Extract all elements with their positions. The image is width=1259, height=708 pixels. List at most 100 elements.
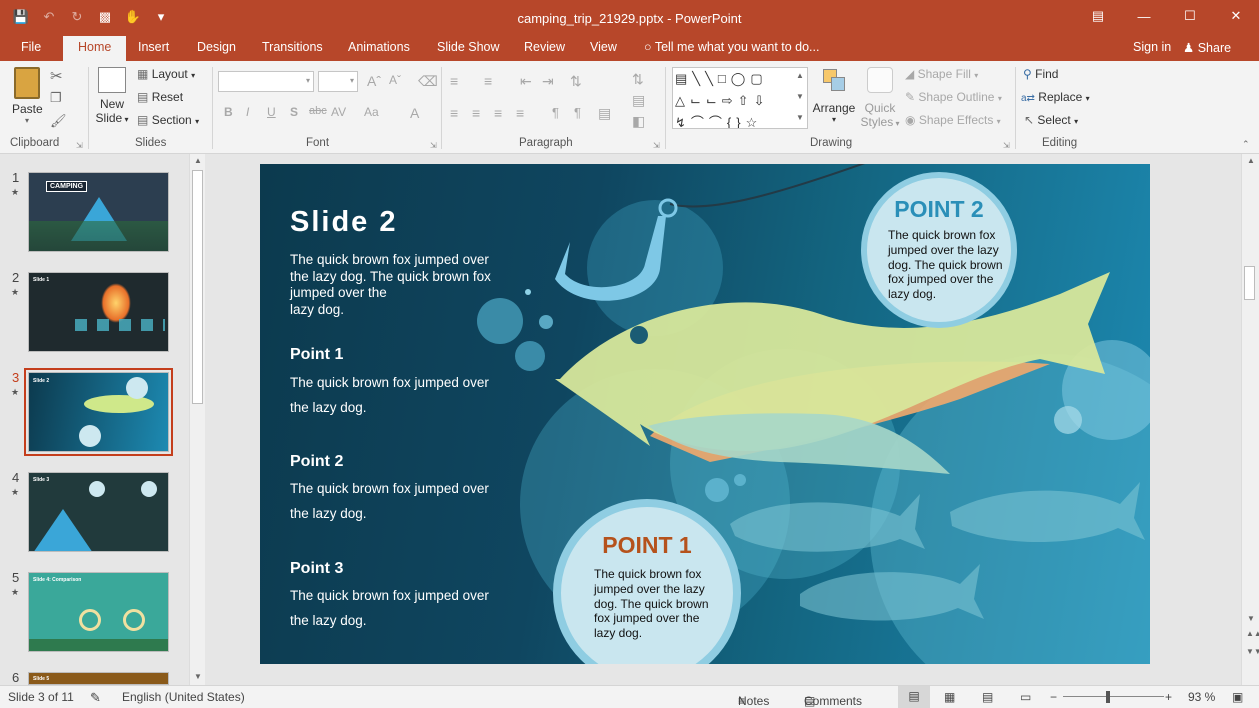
shrink-font-icon[interactable]: Aˇ bbox=[389, 73, 401, 87]
shape-fill-button[interactable]: ◢ Shape Fill ▾ bbox=[905, 67, 978, 81]
shape-outline-button[interactable]: ✎ Shape Outline ▾ bbox=[905, 90, 1002, 104]
gallery-up-icon[interactable]: ▲ bbox=[796, 71, 804, 80]
scroll-up-icon[interactable]: ▲ bbox=[1247, 156, 1255, 165]
bold-button[interactable]: B bbox=[224, 105, 233, 119]
drawing-launcher-icon[interactable]: ⇲ bbox=[1003, 141, 1010, 150]
previous-slide-icon[interactable]: ▲▲ bbox=[1246, 629, 1259, 638]
slide-sorter-icon[interactable]: ▦ bbox=[944, 690, 955, 704]
clipboard-launcher-icon[interactable]: ⇲ bbox=[76, 141, 83, 150]
align-left-icon[interactable]: ≡ bbox=[450, 105, 458, 121]
fit-slide-icon[interactable]: ▣ bbox=[1232, 690, 1243, 704]
slide-thumbnail-3[interactable]: Slide 2 bbox=[24, 368, 173, 456]
point-3-body[interactable]: The quick brown fox jumped over the lazy… bbox=[290, 584, 500, 633]
format-painter-icon[interactable]: 🖌 bbox=[50, 113, 67, 129]
minimize-icon[interactable]: — bbox=[1121, 0, 1167, 32]
underline-button[interactable]: U bbox=[267, 105, 276, 119]
scroll-thumb[interactable] bbox=[1244, 266, 1255, 300]
cut-icon[interactable]: ✂ bbox=[50, 67, 63, 85]
sign-in-link[interactable]: Sign in bbox=[1133, 40, 1171, 54]
point-1-body[interactable]: The quick brown fox jumped over the lazy… bbox=[290, 371, 500, 420]
zoom-slider-thumb[interactable] bbox=[1106, 691, 1110, 703]
point-2-heading[interactable]: Point 2 bbox=[290, 453, 343, 471]
next-slide-icon[interactable]: ▼▼ bbox=[1246, 647, 1259, 656]
columns-icon[interactable]: ▤ bbox=[598, 105, 611, 122]
scroll-thumb[interactable] bbox=[192, 170, 203, 404]
zoom-in-icon[interactable]: + bbox=[1165, 690, 1172, 704]
select-button[interactable]: ↖ Select ▾ bbox=[1024, 113, 1078, 127]
tab-file[interactable]: File bbox=[21, 40, 41, 54]
slide-thumbnail-5[interactable]: Slide 4: Comparison bbox=[28, 572, 169, 652]
paste-button[interactable]: Paste ▾ bbox=[12, 67, 43, 125]
reset-button[interactable]: ▤ Reset bbox=[137, 90, 183, 104]
quick-styles-button[interactable]: Quick Styles ▾ bbox=[860, 67, 900, 129]
zoom-slider-track[interactable] bbox=[1063, 696, 1164, 697]
justify-icon[interactable]: ≡ bbox=[516, 105, 524, 121]
point-1-heading[interactable]: Point 1 bbox=[290, 346, 343, 364]
font-color-button[interactable]: A bbox=[410, 105, 419, 121]
tab-review[interactable]: Review bbox=[524, 40, 565, 54]
font-size-box[interactable]: ▾ bbox=[318, 71, 358, 92]
scroll-down-icon[interactable]: ▼ bbox=[194, 672, 202, 681]
tab-home[interactable]: Home bbox=[63, 36, 127, 61]
align-text-icon[interactable]: ▤ bbox=[632, 92, 645, 109]
tab-view[interactable]: View bbox=[590, 40, 617, 54]
layout-button[interactable]: ▦ Layout ▾ bbox=[137, 67, 195, 81]
numbering-icon[interactable]: ≡ bbox=[484, 73, 492, 89]
font-name-box[interactable]: ▾ bbox=[218, 71, 314, 92]
ltr-icon[interactable]: ¶ bbox=[574, 105, 581, 120]
zoom-out-icon[interactable]: − bbox=[1050, 690, 1057, 704]
line-spacing-icon[interactable]: ⇅ bbox=[570, 73, 582, 90]
tell-me-box[interactable]: ○ Tell me what you want to do... bbox=[644, 40, 819, 54]
smartart-icon[interactable]: ◧ bbox=[632, 113, 645, 130]
character-spacing-button[interactable]: AV bbox=[331, 105, 346, 119]
thumbnail-scrollbar[interactable]: ▲ ▼ bbox=[189, 154, 205, 685]
slide-counter[interactable]: Slide 3 of 11 bbox=[8, 690, 74, 704]
slide-show-icon[interactable]: ▭ bbox=[1020, 690, 1031, 704]
bullets-icon[interactable]: ≡ bbox=[450, 73, 458, 89]
change-case-button[interactable]: Aa bbox=[364, 105, 379, 119]
slide-intro-text[interactable]: The quick brown fox jumped over the lazy… bbox=[290, 252, 505, 318]
close-icon[interactable]: ✕ bbox=[1213, 0, 1259, 32]
increase-indent-icon[interactable]: ⇥ bbox=[542, 73, 554, 90]
slide-thumbnail-6[interactable]: Slide 5 bbox=[28, 672, 169, 685]
slide-title[interactable]: Slide 2 bbox=[290, 206, 398, 239]
arrange-button[interactable]: Arrange ▾ bbox=[812, 67, 856, 124]
align-center-icon[interactable]: ≡ bbox=[472, 105, 480, 121]
normal-view-icon[interactable]: ▤ bbox=[898, 686, 930, 708]
tab-insert[interactable]: Insert bbox=[138, 40, 169, 54]
scroll-up-icon[interactable]: ▲ bbox=[194, 156, 202, 165]
spelling-icon[interactable]: ✎ bbox=[90, 690, 101, 706]
tab-design[interactable]: Design bbox=[197, 40, 236, 54]
strikethrough-button[interactable]: abc bbox=[309, 105, 327, 117]
maximize-icon[interactable]: ☐ bbox=[1167, 0, 1213, 32]
collapse-ribbon-icon[interactable]: ⌃ bbox=[1242, 139, 1250, 150]
section-button[interactable]: ▤ Section ▾ bbox=[137, 113, 199, 127]
new-slide-button[interactable]: New Slide ▾ bbox=[95, 67, 129, 125]
zoom-level[interactable]: 93 % bbox=[1188, 690, 1215, 704]
gallery-down-icon[interactable]: ▼ bbox=[796, 92, 804, 101]
copy-icon[interactable]: ❐ bbox=[50, 90, 62, 106]
text-direction-icon[interactable]: ⇅ bbox=[632, 71, 644, 88]
tab-transitions[interactable]: Transitions bbox=[262, 40, 323, 54]
replace-button[interactable]: a⇄ Replace ▾ bbox=[1021, 90, 1090, 104]
find-button[interactable]: ⚲ Find bbox=[1023, 67, 1058, 81]
current-slide[interactable]: Slide 2 The quick brown fox jumped over … bbox=[260, 164, 1150, 664]
tab-slide-show[interactable]: Slide Show bbox=[437, 40, 500, 54]
point-2-body[interactable]: The quick brown fox jumped over the lazy… bbox=[290, 477, 500, 526]
scroll-down-icon[interactable]: ▼ bbox=[1247, 614, 1255, 623]
language-indicator[interactable]: English (United States) bbox=[122, 690, 245, 704]
shapes-gallery[interactable]: ▤╲╲□◯▢ △⌙⌙⇨⇧⇩ ↯⌒⌒{}☆ bbox=[672, 67, 808, 129]
slide-thumbnail-1[interactable]: CAMPING bbox=[28, 172, 169, 252]
align-right-icon[interactable]: ≡ bbox=[494, 105, 502, 121]
grow-font-icon[interactable]: Aˆ bbox=[367, 73, 381, 89]
canvas-scrollbar[interactable]: ▲ ▼ ▲▲ ▼▼ bbox=[1241, 154, 1259, 685]
slide-thumbnail-2[interactable]: Slide 1 bbox=[28, 272, 169, 352]
paragraph-launcher-icon[interactable]: ⇲ bbox=[653, 141, 660, 150]
text-shadow-button[interactable]: S bbox=[290, 105, 298, 119]
share-button[interactable]: ♟ Share bbox=[1183, 40, 1231, 55]
rtl-icon[interactable]: ¶ bbox=[552, 105, 559, 120]
reading-view-icon[interactable]: ▤ bbox=[982, 690, 993, 704]
italic-button[interactable]: I bbox=[246, 105, 249, 119]
font-launcher-icon[interactable]: ⇲ bbox=[430, 141, 437, 150]
slide-thumbnail-4[interactable]: Slide 3 bbox=[28, 472, 169, 552]
